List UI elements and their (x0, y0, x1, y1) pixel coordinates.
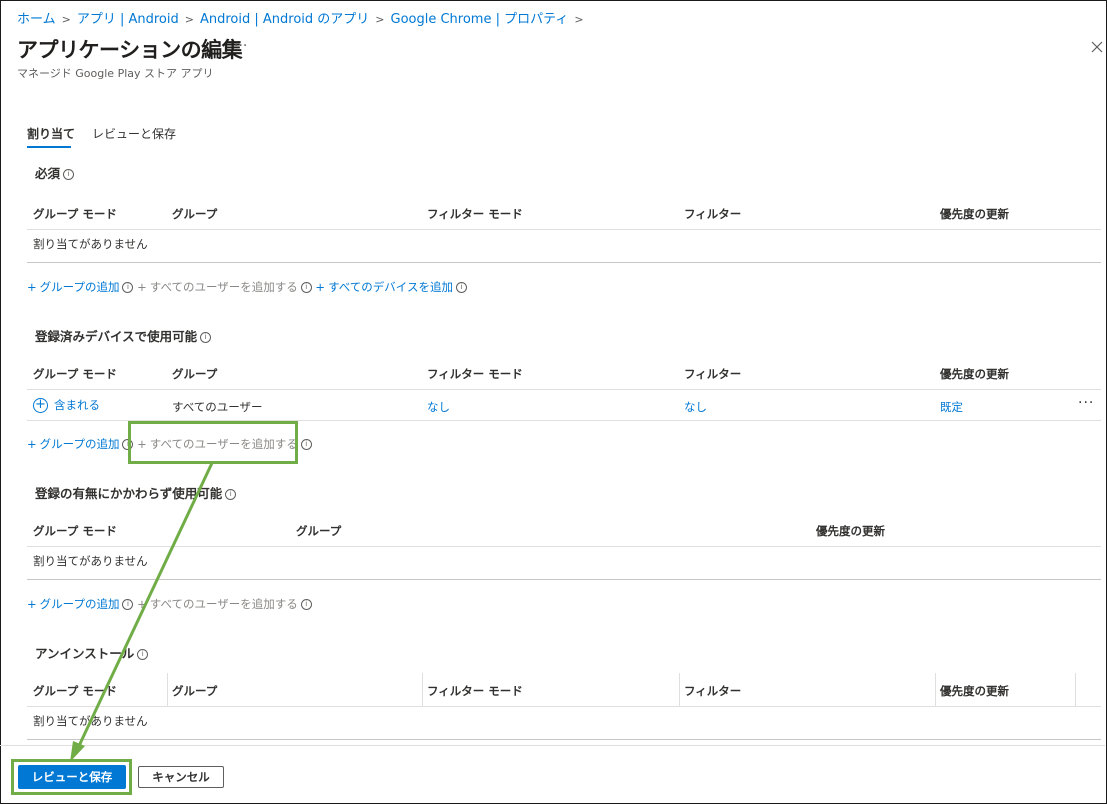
annotation-arrow (70, 462, 214, 762)
